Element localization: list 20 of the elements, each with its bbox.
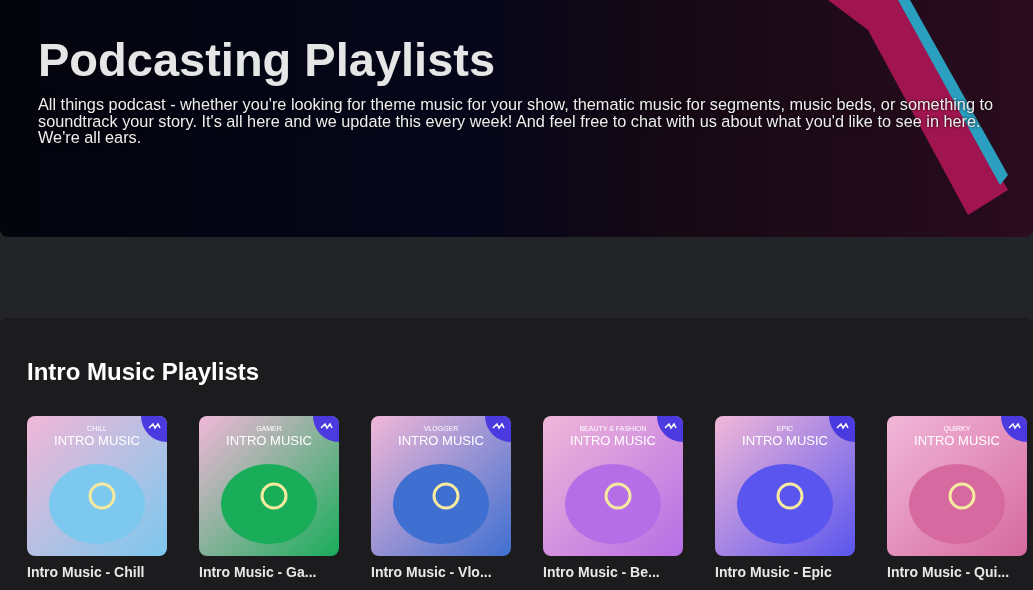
playlist-title[interactable]: Intro Music - Ga... (199, 564, 339, 580)
playlist-title[interactable]: Intro Music - Chill (27, 564, 167, 580)
logo-icon (141, 416, 167, 442)
cover-title: INTRO MUSIC (570, 433, 656, 448)
cover-title: INTRO MUSIC (226, 433, 312, 448)
logo-icon (829, 416, 855, 442)
logo-icon (657, 416, 683, 442)
logo-icon (313, 416, 339, 442)
section-title: Intro Music Playlists (27, 358, 261, 386)
logo-icon (1001, 416, 1027, 442)
playlist-title[interactable]: Intro Music - Qui... (887, 564, 1027, 580)
playlist-title[interactable]: Intro Music - Be... (543, 564, 683, 580)
cover-title: INTRO MUSIC (54, 433, 140, 448)
cover-title: INTRO MUSIC (914, 433, 1000, 448)
playlist-title[interactable]: Intro Music - Epic (715, 564, 855, 580)
playlist-title[interactable]: Intro Music - Vlo... (371, 564, 511, 580)
logo-icon (485, 416, 511, 442)
cover-title: INTRO MUSIC (742, 433, 828, 448)
cover-title: INTRO MUSIC (398, 433, 484, 448)
page-title: Podcasting Playlists (38, 32, 497, 88)
